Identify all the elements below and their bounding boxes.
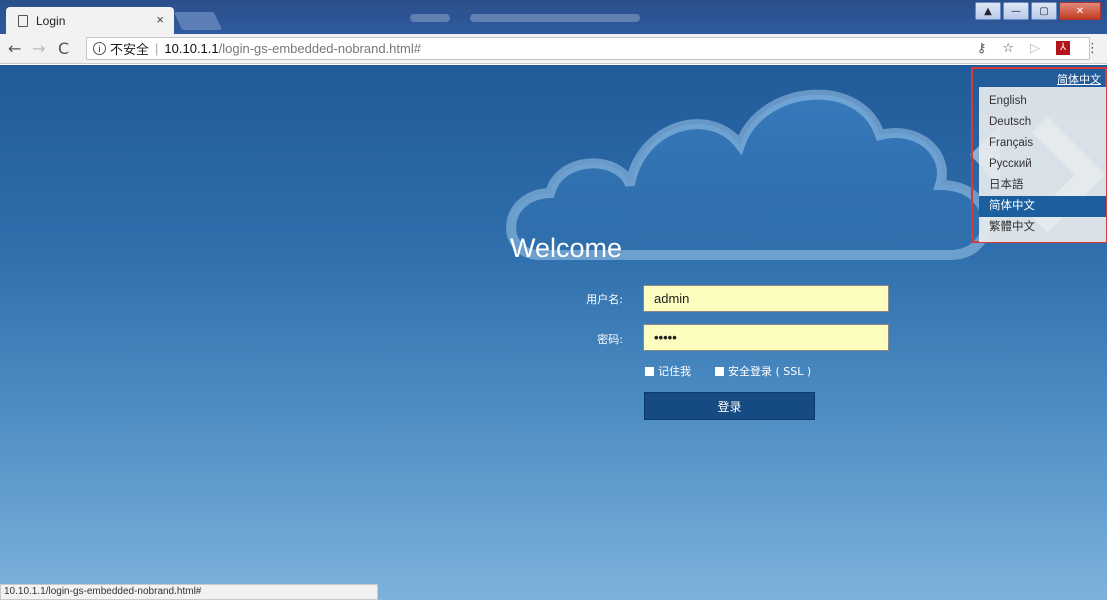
- blurred-region: [470, 14, 640, 22]
- language-option-selected[interactable]: 简体中文: [979, 196, 1106, 217]
- blurred-region: [410, 14, 450, 22]
- url-path: /login-gs-embedded-nobrand.html#: [218, 41, 421, 56]
- status-bar-url: 10.10.1.1/login-gs-embedded-nobrand.html…: [0, 584, 378, 600]
- language-option[interactable]: Русский: [979, 154, 1106, 175]
- extension-icon[interactable]: ▷: [1030, 41, 1040, 56]
- pdf-icon[interactable]: ⅄: [1056, 41, 1070, 55]
- browser-titlebar: Login × ▲ — ▢ ✕: [0, 0, 1107, 34]
- tab-close-icon[interactable]: ×: [156, 12, 164, 27]
- language-option[interactable]: English: [979, 91, 1106, 112]
- language-option[interactable]: Français: [979, 133, 1106, 154]
- toolbar-actions: ⚷ ☆ ▷ ⅄ ⋮: [977, 41, 1099, 56]
- password-input[interactable]: •••••: [643, 324, 889, 351]
- browser-tab[interactable]: Login ×: [6, 7, 174, 34]
- window-controls: ▲ — ▢ ✕: [975, 2, 1101, 20]
- username-label: 用户名:: [586, 293, 623, 306]
- current-language[interactable]: 简体中文: [1057, 71, 1101, 87]
- remember-me-checkbox[interactable]: 记住我: [645, 363, 691, 379]
- password-label: 密码:: [597, 333, 623, 346]
- key-icon[interactable]: ⚷: [977, 41, 987, 56]
- url-host: 10.10.1.1: [164, 41, 219, 56]
- username-input[interactable]: admin: [643, 285, 889, 312]
- language-selector: 简体中文 English Deutsch Français Русский 日本…: [971, 67, 1107, 243]
- address-bar[interactable]: i 不安全 | 10.10.1.1 /login-gs-embedded-nob…: [86, 37, 1090, 60]
- language-option[interactable]: Deutsch: [979, 112, 1106, 133]
- new-tab-button[interactable]: [173, 12, 223, 30]
- ssl-login-checkbox[interactable]: 安全登录 ( SSL ): [715, 363, 811, 379]
- remember-me-label: 记住我: [658, 365, 691, 378]
- info-icon[interactable]: i: [93, 42, 106, 55]
- page-icon: [18, 14, 28, 27]
- back-arrow-icon[interactable]: ←: [8, 39, 21, 58]
- login-button[interactable]: 登录: [644, 392, 815, 420]
- minimize-icon[interactable]: —: [1003, 2, 1029, 20]
- checkbox-icon[interactable]: [715, 366, 724, 376]
- reload-icon[interactable]: C: [58, 39, 69, 58]
- browser-toolbar: ← → C i 不安全 | 10.10.1.1 /login-gs-embedd…: [0, 34, 1107, 64]
- ssl-login-label: 安全登录 ( SSL ): [728, 365, 812, 378]
- divider: |: [155, 41, 159, 56]
- star-icon[interactable]: ☆: [1002, 41, 1014, 56]
- language-option[interactable]: 日本語: [979, 175, 1106, 196]
- security-label: 不安全: [110, 42, 150, 57]
- close-window-icon[interactable]: ✕: [1059, 2, 1101, 20]
- menu-icon[interactable]: ⋮: [1086, 41, 1099, 56]
- user-icon[interactable]: ▲: [975, 2, 1001, 20]
- welcome-heading: Welcome: [510, 233, 623, 263]
- maximize-icon[interactable]: ▢: [1031, 2, 1057, 20]
- tab-title: Login: [36, 13, 66, 28]
- forward-arrow-icon[interactable]: →: [32, 39, 45, 58]
- language-option[interactable]: 繁體中文: [979, 217, 1106, 238]
- language-dropdown: English Deutsch Français Русский 日本語 简体中…: [979, 87, 1106, 242]
- checkbox-icon[interactable]: [645, 366, 654, 376]
- login-page: Welcome 用户名: admin 密码: ••••• 记住我 安全登录 ( …: [0, 65, 1107, 600]
